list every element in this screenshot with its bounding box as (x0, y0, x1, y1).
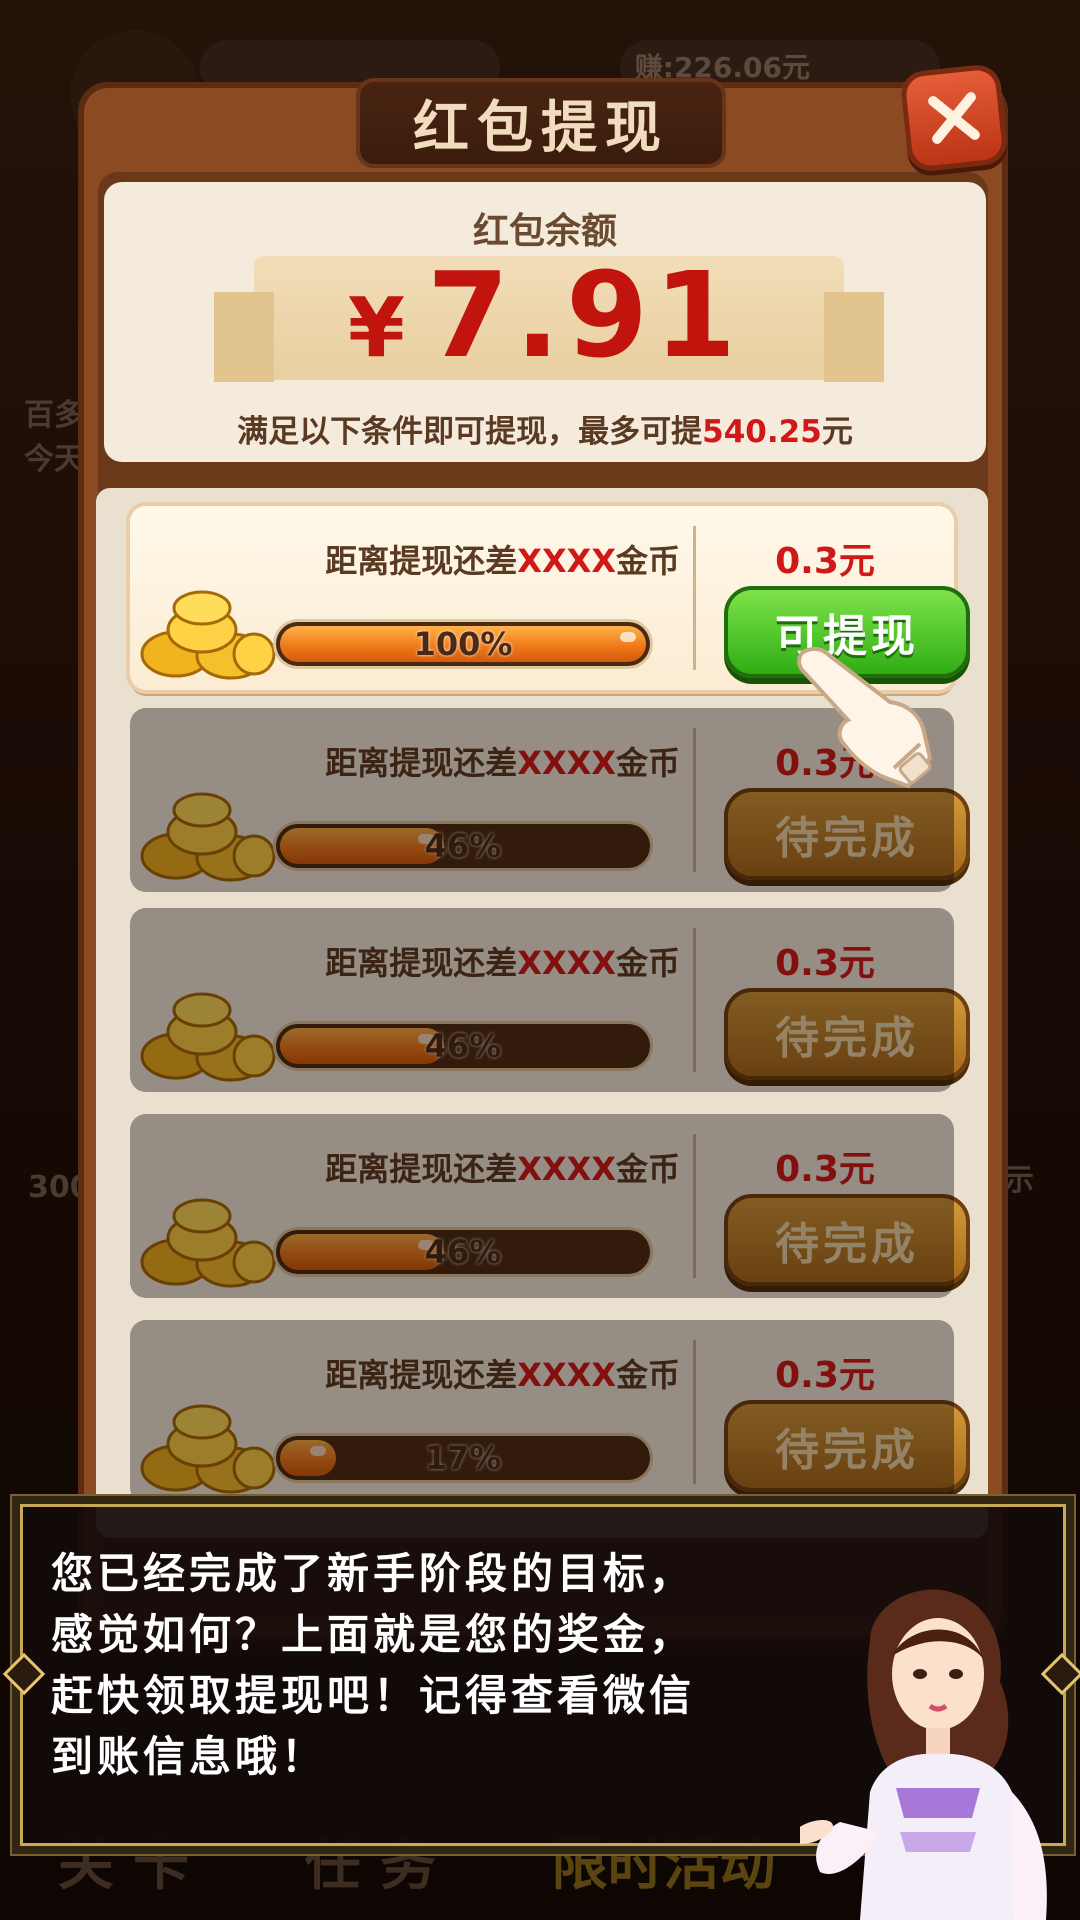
task-progress-bar: 100% (276, 622, 650, 666)
pending-button[interactable]: 待完成 (724, 1400, 970, 1492)
task-reward: 0.3元 (775, 1149, 875, 1190)
pending-button[interactable]: 待完成 (724, 988, 970, 1080)
task-progress-bar: 46% (276, 824, 650, 868)
withdraw-condition: 满足以下条件即可提现，最多可提540.25元 (104, 406, 986, 451)
task-description: 距离提现还差XXXX金币 (325, 744, 680, 782)
condition-amount: 540.25 (702, 414, 822, 450)
coin-pile-icon (140, 1198, 276, 1288)
currency-symbol: ¥ (347, 281, 411, 376)
pending-button[interactable]: 待完成 (724, 1194, 970, 1286)
task-progress-label: 17% (424, 1439, 502, 1477)
task-description: 距离提现还差XXXX金币 (325, 1356, 680, 1394)
task-progress-bar: 46% (276, 1230, 650, 1274)
background-side-text-right: 示 (1004, 1163, 1034, 1198)
dialog-line: 到账信息哦！ (51, 1732, 328, 1781)
condition-text: 满足以下条件即可提现，最多可提 (237, 414, 703, 450)
condition-unit: 元 (821, 414, 853, 450)
task-progress-bar: 46% (276, 1024, 650, 1068)
task-progress-label: 46% (424, 1233, 502, 1271)
panel-title: 红包提现 (356, 78, 726, 168)
pointing-hand-icon (797, 646, 933, 789)
task-row: 距离提现还差XXXX金币 46% 0.3元 待完成 (130, 1114, 970, 1298)
background-side-text-left: 百多 今天 (24, 398, 84, 477)
dialog-message: 您已经完成了新手阶段的目标， 感觉如何？上面就是您的奖金， 赶快领取提现吧！记得… (51, 1543, 871, 1787)
dialog-line: 赶快领取提现吧！记得查看微信 (51, 1671, 696, 1720)
task-progress-bar: 17% (276, 1436, 650, 1480)
coin-pile-icon (140, 992, 276, 1082)
guide-character-illustration (800, 1589, 1047, 1920)
task-reward: 0.3元 (775, 943, 875, 984)
task-description: 距离提现还差XXXX金币 (325, 542, 680, 580)
balance-card: 红包余额 ¥7.91 满足以下条件即可提现，最多可提540.25元 (104, 182, 986, 462)
task-progress-label: 100% (413, 625, 513, 663)
coin-pile-icon (140, 792, 276, 882)
task-reward: 0.3元 (775, 1355, 875, 1396)
task-reward: 0.3元 (775, 541, 875, 582)
dialog-line: 感觉如何？上面就是您的奖金， (51, 1610, 696, 1659)
coin-pile-icon (140, 590, 276, 680)
balance-value: 7.91 (426, 246, 743, 384)
pending-button[interactable]: 待完成 (724, 788, 970, 880)
task-row: 距离提现还差XXXX金币 46% 0.3元 待完成 (130, 908, 970, 1092)
balance-amount: ¥7.91 (104, 246, 986, 384)
task-row: 距离提现还差XXXX金币 17% 0.3元 待完成 (130, 1320, 970, 1504)
close-button[interactable] (899, 63, 1009, 173)
coin-pile-icon (140, 1404, 276, 1494)
task-progress-label: 46% (424, 827, 502, 865)
task-description: 距离提现还差XXXX金币 (325, 1150, 680, 1188)
close-icon (928, 92, 980, 144)
dialog-line: 您已经完成了新手阶段的目标， (51, 1549, 696, 1598)
task-description: 距离提现还差XXXX金币 (325, 944, 680, 982)
task-progress-label: 46% (424, 1027, 502, 1065)
